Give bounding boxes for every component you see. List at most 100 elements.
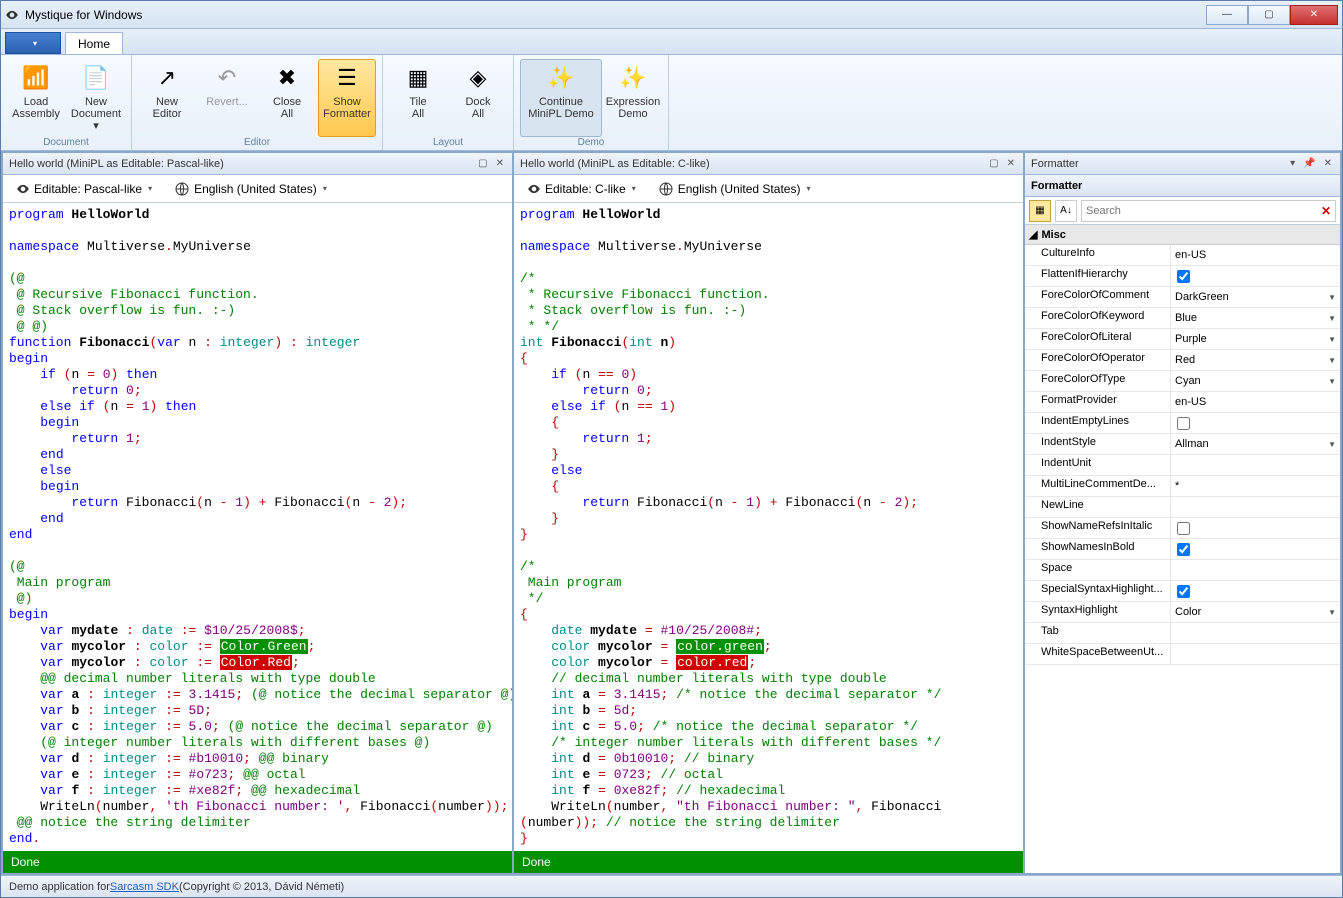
property-row[interactable]: IndentStyleAllman▼ bbox=[1025, 434, 1340, 455]
property-row[interactable]: MultiLineCommentDe...* bbox=[1025, 476, 1340, 497]
property-row[interactable]: ForeColorOfLiteralPurple▼ bbox=[1025, 329, 1340, 350]
ribbon-tabs: Home bbox=[1, 29, 1342, 55]
property-section-header[interactable]: ◢ Misc bbox=[1025, 225, 1340, 245]
tile-all-button[interactable]: ▦TileAll bbox=[389, 59, 447, 137]
sort-button[interactable]: A↓ bbox=[1055, 200, 1077, 222]
property-row[interactable]: IndentEmptyLines bbox=[1025, 413, 1340, 434]
footer: Demo application for Sarcasm SDK (Copyri… bbox=[1, 875, 1342, 897]
formatter-subtitle: Formatter bbox=[1025, 175, 1340, 197]
continue-demo-icon: ✨ bbox=[545, 62, 577, 94]
property-row[interactable]: ForeColorOfOperatorRed▼ bbox=[1025, 350, 1340, 371]
property-row[interactable]: FlattenIfHierarchy bbox=[1025, 266, 1340, 287]
property-row[interactable]: Tab bbox=[1025, 623, 1340, 644]
chevron-down-icon[interactable]: ▼ bbox=[1328, 608, 1336, 617]
pane-title: Hello world (MiniPL as Editable: C-like) bbox=[520, 158, 987, 170]
chevron-down-icon[interactable]: ▼ bbox=[1328, 335, 1336, 344]
property-checkbox[interactable] bbox=[1177, 270, 1190, 283]
dropdown-icon[interactable]: ▾ bbox=[1288, 158, 1297, 169]
lang-dropdown[interactable]: Editable: C-like bbox=[520, 179, 643, 199]
file-menu-button[interactable] bbox=[5, 32, 61, 54]
app-window: Mystique for Windows — ▢ ✕ Home 📶LoadAss… bbox=[0, 0, 1343, 898]
tab-home[interactable]: Home bbox=[65, 32, 123, 54]
property-row[interactable]: WhiteSpaceBetweenUt... bbox=[1025, 644, 1340, 665]
titlebar: Mystique for Windows — ▢ ✕ bbox=[1, 1, 1342, 29]
property-row[interactable]: SyntaxHighlightColor▼ bbox=[1025, 602, 1340, 623]
categorize-button[interactable]: ▦ bbox=[1029, 200, 1051, 222]
restore-icon[interactable]: ▢ bbox=[476, 158, 489, 169]
property-row[interactable]: ForeColorOfTypeCyan▼ bbox=[1025, 371, 1340, 392]
property-row[interactable]: Space bbox=[1025, 560, 1340, 581]
editor-pane-left: Hello world (MiniPL as Editable: Pascal-… bbox=[3, 153, 512, 873]
eye-icon bbox=[16, 182, 30, 196]
expression-demo-button[interactable]: ✨ExpressionDemo bbox=[604, 59, 662, 137]
dock-all-icon: ◈ bbox=[462, 62, 494, 94]
property-row[interactable]: ShowNamesInBold bbox=[1025, 539, 1340, 560]
property-row[interactable]: ForeColorOfKeywordBlue▼ bbox=[1025, 308, 1340, 329]
chevron-down-icon[interactable]: ▼ bbox=[1328, 314, 1336, 323]
eye-icon bbox=[5, 8, 19, 22]
dock-all-button[interactable]: ◈DockAll bbox=[449, 59, 507, 137]
close-icon[interactable]: ✕ bbox=[1005, 158, 1017, 169]
formatter-panel: Formatter ▾ 📌 ✕ Formatter ▦ A↓ ✕ ◢ Misc … bbox=[1025, 153, 1340, 873]
property-row[interactable]: ForeColorOfCommentDarkGreen▼ bbox=[1025, 287, 1340, 308]
chevron-down-icon[interactable]: ▼ bbox=[1328, 440, 1336, 449]
property-row[interactable]: NewLine bbox=[1025, 497, 1340, 518]
pane-header: Hello world (MiniPL as Editable: Pascal-… bbox=[3, 153, 512, 175]
show-formatter-button[interactable]: ☰ShowFormatter bbox=[318, 59, 376, 137]
show-formatter-icon: ☰ bbox=[331, 62, 363, 94]
property-row[interactable]: SpecialSyntaxHighlight... bbox=[1025, 581, 1340, 602]
new-document-button[interactable]: 📄NewDocument ▾ bbox=[67, 59, 125, 137]
eye-icon bbox=[527, 182, 541, 196]
new-editor-button[interactable]: ↗NewEditor bbox=[138, 59, 196, 137]
new-document-icon: 📄 bbox=[80, 62, 112, 94]
tile-all-icon: ▦ bbox=[402, 62, 434, 94]
property-grid: CultureInfoen-USFlattenIfHierarchyForeCo… bbox=[1025, 245, 1340, 665]
property-checkbox[interactable] bbox=[1177, 417, 1190, 430]
code-editor[interactable]: program HelloWorld namespace Multiverse.… bbox=[514, 203, 1023, 851]
close-button[interactable]: ✕ bbox=[1290, 5, 1338, 25]
pin-icon[interactable]: 📌 bbox=[1301, 158, 1317, 169]
window-buttons: — ▢ ✕ bbox=[1206, 5, 1338, 25]
restore-icon[interactable]: ▢ bbox=[987, 158, 1000, 169]
clear-icon[interactable]: ✕ bbox=[1321, 204, 1331, 218]
pane-header: Hello world (MiniPL as Editable: C-like)… bbox=[514, 153, 1023, 175]
new-editor-icon: ↗ bbox=[151, 62, 183, 94]
culture-dropdown[interactable]: English (United States) bbox=[167, 178, 334, 200]
minimize-button[interactable]: — bbox=[1206, 5, 1248, 25]
maximize-button[interactable]: ▢ bbox=[1248, 5, 1290, 25]
editor-toolbar: Editable: C-like English (United States) bbox=[514, 175, 1023, 203]
lang-dropdown[interactable]: Editable: Pascal-like bbox=[9, 179, 159, 199]
property-row[interactable]: IndentUnit bbox=[1025, 455, 1340, 476]
load-assembly-icon: 📶 bbox=[20, 62, 52, 94]
code-editor[interactable]: program HelloWorld namespace Multiverse.… bbox=[3, 203, 512, 851]
globe-icon bbox=[174, 181, 190, 197]
window-title: Mystique for Windows bbox=[25, 8, 1206, 22]
property-row[interactable]: ShowNameRefsInItalic bbox=[1025, 518, 1340, 539]
status-bar: Done bbox=[514, 851, 1023, 873]
globe-icon bbox=[658, 181, 674, 197]
close-icon[interactable]: ✕ bbox=[1322, 158, 1334, 169]
editor-toolbar: Editable: Pascal-like English (United St… bbox=[3, 175, 512, 203]
chevron-down-icon[interactable]: ▼ bbox=[1328, 356, 1336, 365]
close-icon[interactable]: ✕ bbox=[494, 158, 506, 169]
search-box[interactable]: ✕ bbox=[1081, 200, 1336, 222]
load-assembly-button[interactable]: 📶LoadAssembly bbox=[7, 59, 65, 137]
property-row[interactable]: CultureInfoen-US bbox=[1025, 245, 1340, 266]
chevron-down-icon[interactable]: ▼ bbox=[1328, 293, 1336, 302]
property-row[interactable]: FormatProvideren-US bbox=[1025, 392, 1340, 413]
search-input[interactable] bbox=[1086, 205, 1321, 217]
revert-button[interactable]: ↶Revert... bbox=[198, 59, 256, 137]
editor-pane-right: Hello world (MiniPL as Editable: C-like)… bbox=[514, 153, 1023, 873]
pane-title: Hello world (MiniPL as Editable: Pascal-… bbox=[9, 158, 476, 170]
status-bar: Done bbox=[3, 851, 512, 873]
close-all-button[interactable]: ✖CloseAll bbox=[258, 59, 316, 137]
culture-dropdown[interactable]: English (United States) bbox=[651, 178, 818, 200]
property-checkbox[interactable] bbox=[1177, 543, 1190, 556]
formatter-header: Formatter ▾ 📌 ✕ bbox=[1025, 153, 1340, 175]
property-checkbox[interactable] bbox=[1177, 585, 1190, 598]
footer-link[interactable]: Sarcasm SDK bbox=[110, 881, 179, 893]
workspace: Hello world (MiniPL as Editable: Pascal-… bbox=[1, 151, 1342, 875]
property-checkbox[interactable] bbox=[1177, 522, 1190, 535]
continue-demo-button[interactable]: ✨ContinueMiniPL Demo bbox=[520, 59, 602, 137]
chevron-down-icon[interactable]: ▼ bbox=[1328, 377, 1336, 386]
